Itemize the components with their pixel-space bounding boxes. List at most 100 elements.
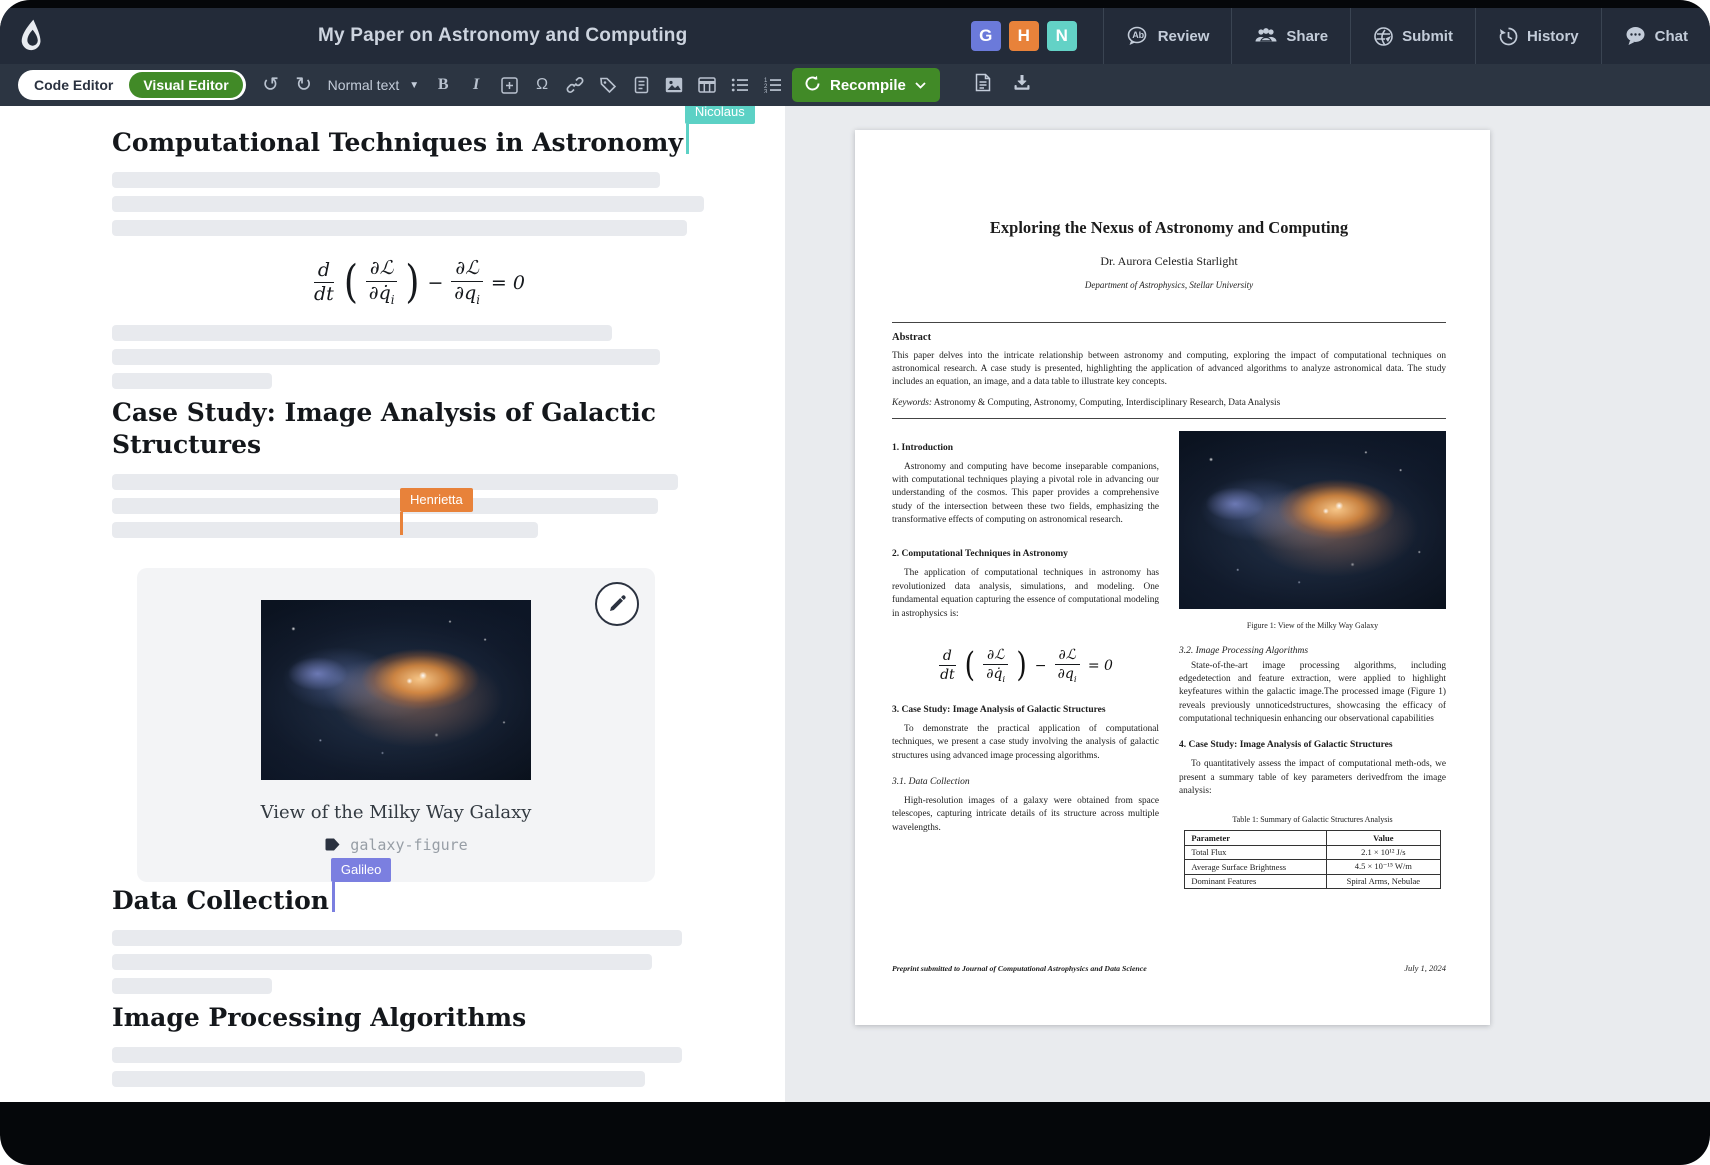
document-title: My Paper on Astronomy and Computing	[318, 25, 687, 47]
undo-icon[interactable]: ↺	[262, 75, 280, 95]
collaborator-avatars: G H N	[971, 8, 1103, 64]
insert-table-icon[interactable]	[698, 77, 716, 93]
review-button[interactable]: Ab Review	[1103, 8, 1232, 64]
visual-editor-pane[interactable]: Computational Techniques in AstronomyNic…	[0, 106, 785, 1102]
avatar: H	[1009, 21, 1039, 51]
table-cell: 4.5 × 10⁻¹⁵ W/m	[1327, 859, 1441, 874]
pdf-left-column: 1. Introduction Astronomy and computing …	[892, 427, 1159, 889]
italic-button[interactable]: I	[467, 76, 485, 94]
table-cell: 2.1 × 10¹² J/s	[1327, 845, 1441, 859]
table-row: Dominant FeaturesSpiral Arms, Nebulae	[1185, 874, 1440, 888]
paragraph-style-value: Normal text	[328, 77, 400, 93]
table-cell: Total Flux	[1185, 845, 1327, 859]
section-heading: 4. Case Study: Image Analysis of Galacti…	[1179, 740, 1446, 750]
editor-section-heading: Data CollectionGalileo	[112, 882, 745, 916]
divider	[892, 418, 1446, 419]
recompile-button[interactable]: Recompile	[792, 68, 940, 102]
placeholder-text-bar	[112, 522, 538, 538]
subsection-heading: 3.2. Image Processing Algorithms	[1179, 646, 1446, 656]
figure-caption[interactable]: View of the Milky Way Galaxy	[137, 802, 655, 823]
visual-editor-toggle[interactable]: Visual Editor	[129, 72, 242, 98]
insert-image-icon[interactable]	[665, 77, 683, 93]
section-heading: 2. Computational Techniques in Astronomy	[892, 549, 1159, 559]
section-text: High-resolution images of a galaxy were …	[892, 795, 1159, 835]
numbered-list-icon[interactable]: 1 2 3	[764, 77, 782, 93]
placeholder-text-bar	[112, 498, 658, 514]
recompile-label: Recompile	[830, 77, 906, 94]
paragraph-skeleton	[112, 325, 745, 389]
edit-figure-button[interactable]	[595, 582, 639, 626]
label-tag-icon[interactable]	[599, 76, 617, 94]
paper-author: Dr. Aurora Celestia Starlight	[892, 254, 1446, 269]
submit-button[interactable]: Submit	[1350, 8, 1475, 64]
figure-label-row: galaxy-figure	[137, 836, 655, 854]
editor-equation[interactable]: ddt ( ∂ℒ∂q̇i ) − ∂ℒ∂qi = 0	[92, 258, 745, 307]
download-pdf-icon[interactable]	[1013, 74, 1031, 97]
code-editor-toggle[interactable]: Code Editor	[18, 77, 129, 93]
placeholder-text-bar	[112, 930, 682, 946]
pencil-icon	[608, 595, 626, 613]
paragraph-skeleton: Henrietta	[112, 474, 745, 538]
keywords-line: Keywords: Astronomy & Computing, Astrono…	[892, 398, 1446, 408]
section-heading: 1. Introduction	[892, 443, 1159, 453]
chevron-down-icon	[915, 82, 926, 89]
link-icon[interactable]	[566, 76, 584, 94]
pdf-page: Exploring the Nexus of Astronomy and Com…	[855, 130, 1490, 1025]
section-text: To demonstrate the practical application…	[892, 723, 1159, 763]
table-cell: Average Surface Brightness	[1185, 859, 1327, 874]
placeholder-text-bar	[112, 1047, 682, 1063]
redo-icon[interactable]: ↻	[295, 75, 313, 95]
logs-file-icon[interactable]	[975, 73, 991, 97]
editor-section-heading: Image Processing Algorithms	[112, 1002, 745, 1033]
pdf-right-column: Figure 1: View of the Milky Way Galaxy 3…	[1179, 427, 1446, 889]
svg-text:3: 3	[764, 90, 768, 94]
paragraph-skeleton	[112, 172, 745, 236]
placeholder-text-bar	[112, 978, 272, 994]
share-label: Share	[1286, 28, 1328, 45]
history-button[interactable]: History	[1475, 8, 1601, 64]
bullet-list-icon[interactable]	[731, 77, 749, 93]
paragraph-skeleton	[112, 1047, 745, 1087]
overleaf-logo[interactable]	[0, 19, 64, 53]
chat-button[interactable]: Chat	[1601, 8, 1710, 64]
citation-icon[interactable]	[632, 76, 650, 94]
symbol-omega-icon[interactable]: Ω	[533, 76, 551, 94]
table-row: Average Surface Brightness4.5 × 10⁻¹⁵ W/…	[1185, 859, 1440, 874]
divider	[892, 322, 1446, 323]
review-label: Review	[1158, 28, 1210, 45]
share-button[interactable]: Share	[1231, 8, 1350, 64]
title-bar: My Paper on Astronomy and Computing G H …	[0, 8, 1710, 64]
table-header-cell: Value	[1327, 830, 1441, 845]
pdf-equation: ddt ( ∂ℒ∂q̇i ) − ∂ℒ∂qi = 0	[892, 647, 1159, 685]
editor-section-heading: Case Study: Image Analysis of Galactic S…	[112, 397, 745, 460]
paper-title: Exploring the Nexus of Astronomy and Com…	[892, 218, 1446, 238]
figure-label[interactable]: galaxy-figure	[350, 836, 467, 854]
bold-button[interactable]: B	[434, 76, 452, 94]
heading-text: Case Study: Image Analysis of Galactic S…	[112, 398, 656, 458]
collaborator-cursor-nicolaus: Nicolaus	[686, 124, 689, 154]
editor-mode-toggle: Code Editor Visual Editor	[18, 70, 246, 100]
history-icon	[1498, 26, 1519, 47]
pdf-preview-pane[interactable]: Exploring the Nexus of Astronomy and Com…	[785, 106, 1710, 1102]
figure-widget[interactable]: View of the Milky Way Galaxy galaxy-figu…	[137, 568, 655, 882]
footer-preprint-note: Preprint submitted to Journal of Computa…	[892, 964, 1147, 973]
abstract-heading: Abstract	[892, 332, 1446, 343]
pdf-figure-caption: Figure 1: View of the Milky Way Galaxy	[1179, 621, 1446, 630]
abstract-text: This paper delves into the intricate rel…	[892, 350, 1446, 390]
placeholder-text-bar	[112, 325, 612, 341]
subsection-heading: 3.1. Data Collection	[892, 777, 1159, 787]
section-heading: 3. Case Study: Image Analysis of Galacti…	[892, 705, 1159, 715]
table-cell: Spiral Arms, Nebulae	[1327, 874, 1441, 888]
insert-math-icon[interactable]	[500, 77, 518, 94]
editor-toolbar: Code Editor Visual Editor ↺ ↻ Normal tex…	[0, 64, 1710, 106]
share-icon	[1254, 27, 1278, 45]
heading-text: Computational Techniques in Astronomy	[112, 128, 683, 157]
section-text: Astronomy and computing have become inse…	[892, 461, 1159, 528]
paragraph-style-dropdown[interactable]: Normal text ▼	[328, 77, 419, 93]
cursor-label: Nicolaus	[685, 106, 755, 124]
section-text: The application of computational techniq…	[892, 567, 1159, 621]
svg-text:Ab: Ab	[1132, 30, 1144, 40]
cursor-label: Henrietta	[400, 488, 473, 512]
editor-section-heading: Computational Techniques in AstronomyNic…	[112, 124, 745, 158]
submit-label: Submit	[1402, 28, 1453, 45]
